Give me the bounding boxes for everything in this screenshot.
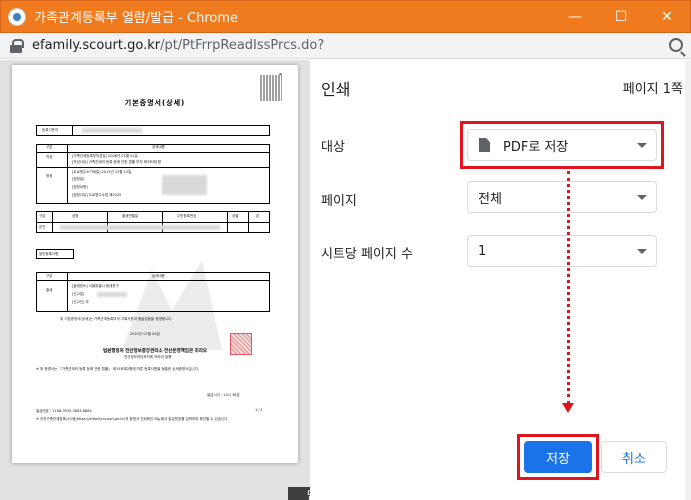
- doc-text: ※ 위 증명서는 「가족관계의 등록 등에 관한 법률」 제15조제2항에 따른…: [36, 367, 200, 371]
- lock-icon[interactable]: [10, 38, 24, 53]
- doc-text: 발급시각 : 13시 38분: [207, 393, 240, 397]
- destination-label: 대상: [321, 140, 345, 155]
- pages-select[interactable]: 전체: [467, 181, 657, 213]
- doc-text: 출생연월일: [122, 214, 139, 218]
- zoom-icon[interactable]: [669, 38, 683, 52]
- chevron-down-icon: [637, 195, 647, 200]
- doc-vline: [52, 211, 53, 233]
- doc-vline: [67, 144, 68, 204]
- certifier-line: 법원행정처 전산정보중앙관리소 전산운영책임관 조리오: [102, 349, 208, 354]
- panel-scrollbar[interactable]: [685, 60, 691, 500]
- window-controls: — ☐ ✕: [552, 1, 690, 32]
- doc-text: 일반등록사항: [39, 252, 59, 256]
- annotation-arrow-icon: [562, 403, 574, 413]
- doc-text: 본: [256, 214, 260, 218]
- doc-text: 발급번호 : 1188-3932-3883-8884: [36, 409, 92, 413]
- doc-vline: [67, 272, 68, 312]
- print-settings-panel: 인쇄 페이지 1쪽 대상 PDF로 저장 페이지 전체 시트당 페이지 수 1 …: [310, 60, 691, 500]
- doc-vline: [72, 125, 73, 136]
- doc-page-number: 1 / 1: [255, 408, 263, 412]
- doc-text: 주민등록번호: [177, 214, 197, 218]
- cancel-button[interactable]: 취소: [601, 441, 667, 473]
- window-titlebar: 가족관계등록부 열람/발급 - Chrome — ☐ ✕: [0, 0, 691, 33]
- url-text[interactable]: efamily.scourt.go.kr/pt/PtFrrpReadIssPrc…: [32, 38, 324, 53]
- doc-text: 2023년 01월 04일: [130, 332, 160, 336]
- pages-per-sheet-select[interactable]: 1: [467, 235, 657, 267]
- url-host: efamily.scourt.go.kr: [32, 38, 161, 53]
- chevron-down-icon: [637, 249, 647, 254]
- doc-line: [36, 222, 270, 223]
- address-bar[interactable]: efamily.scourt.go.kr/pt/PtFrrpReadIssPrc…: [0, 33, 691, 59]
- doc-text: [가족관계등록부작성일] 2008년 01월 01일: [72, 154, 138, 158]
- pages-label: 페이지: [321, 194, 357, 209]
- url-path: /pt/PtFrrpReadIssPrcs.do?: [160, 38, 325, 53]
- redaction: [162, 175, 207, 195]
- doc-line: [36, 152, 270, 153]
- doc-text: 정정: [46, 174, 53, 178]
- document-page: ▦ 기본증명서(상세) 등록기준지 구분 상세내용 작성 [가족관계등록부작성일…: [12, 65, 298, 463]
- app-logo-icon: [8, 7, 26, 26]
- doc-vline: [227, 211, 228, 233]
- court-watermark-icon: [122, 260, 222, 350]
- doc-text: 성별: [232, 214, 239, 218]
- doc-text: 위 기본증명서(상세)는 가족관계등록부의 기록사항과 틀림없음을 증명합니다.: [60, 317, 173, 321]
- redaction: [82, 128, 142, 133]
- doc-text: [정정일]: [72, 177, 85, 181]
- doc-text: 구분: [46, 145, 53, 149]
- doc-text: 성명: [72, 214, 79, 218]
- pages-per-sheet-value: 1: [478, 243, 487, 259]
- doc-text: 본인: [39, 225, 46, 229]
- doc-text: 구분: [39, 214, 46, 218]
- doc-line: [36, 167, 270, 168]
- redaction: [60, 225, 220, 230]
- doc-text: [도로명주소기재일] 2011년 12월 12일: [72, 170, 132, 174]
- maximize-icon[interactable]: ☐: [598, 1, 644, 32]
- destination-highlight-box: [460, 121, 664, 169]
- doc-text: [정정사유] 도로명주소법 제2025: [72, 193, 122, 197]
- print-preview-area: ▦ 기본증명서(상세) 등록기준지 구분 상세내용 작성 [가족관계등록부작성일…: [0, 60, 310, 500]
- minimize-icon[interactable]: —: [552, 1, 598, 32]
- doc-text: 상세내용: [152, 145, 165, 149]
- doc-text: 출생: [46, 288, 53, 292]
- doc-text: [정정내용]: [72, 185, 88, 189]
- close-icon[interactable]: ✕: [644, 1, 690, 32]
- document-title: 기본증명서(상세): [124, 99, 186, 107]
- doc-vline: [248, 211, 249, 233]
- doc-text: [신고일]: [72, 292, 85, 296]
- save-button[interactable]: 저장: [524, 441, 592, 473]
- print-dialog-title: 인쇄: [321, 80, 351, 99]
- window-title: 가족관계등록부 열람/발급 - Chrome: [34, 11, 239, 26]
- doc-text: 등록기준지: [42, 128, 59, 132]
- doc-text: 구분: [46, 274, 53, 278]
- pages-per-sheet-label: 시트당 페이지 수: [321, 247, 413, 262]
- page-count: 페이지 1쪽: [622, 82, 683, 97]
- doc-text: 작성: [46, 155, 53, 159]
- annotation-dotted-line: [567, 171, 570, 404]
- doc-text: [신고인] 부: [72, 300, 89, 304]
- doc-text: [작성사유] 가족관계의 등록 등에 관한 법률 부칙 제3조제1항: [72, 160, 162, 164]
- pages-value: 전체: [478, 191, 502, 207]
- doc-text: ※ 전자가족관계등록시스템(https://efamily.scourt.go.…: [36, 417, 229, 421]
- doc-text: 전산정보처리조직에 의하여 발행: [124, 355, 172, 359]
